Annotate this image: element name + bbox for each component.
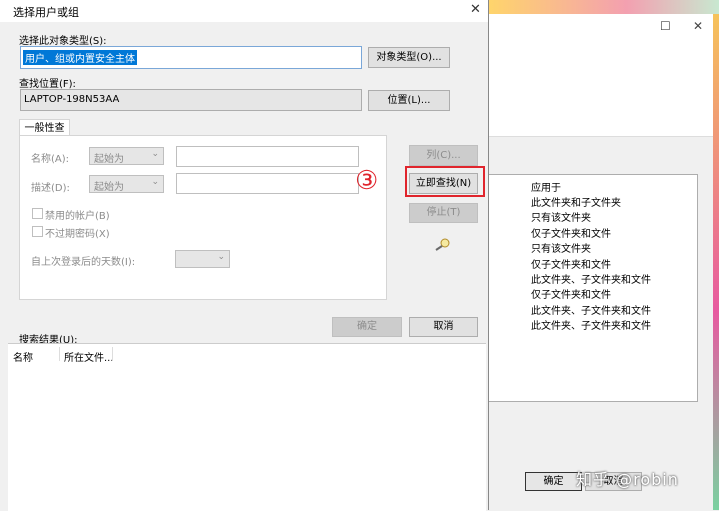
location-value: LAPTOP-198N53AA xyxy=(24,94,120,105)
name-match-value: 起始为 xyxy=(94,154,124,165)
location-field: LAPTOP-198N53AA xyxy=(20,89,362,111)
find-now-highlight xyxy=(405,166,485,197)
column-divider[interactable] xyxy=(59,347,60,361)
locations-button[interactable]: 位置(L)... xyxy=(368,90,450,111)
object-type-field: 用户、组或内置安全主体 xyxy=(20,46,362,69)
columns-button: 列(C)... xyxy=(409,145,478,166)
name-label: 名称(A): xyxy=(31,154,70,165)
non-expiring-password-label: 不过期密码(X) xyxy=(45,229,110,240)
stop-button: 停止(T) xyxy=(409,203,478,223)
list-item[interactable]: 仅子文件夹和文件 xyxy=(531,256,611,271)
step-marker: ③ xyxy=(355,166,379,196)
location-label: 查找位置(F): xyxy=(19,79,76,90)
description-label: 描述(D): xyxy=(31,183,70,194)
list-item[interactable]: 此文件夹、子文件夹和文件 xyxy=(531,302,651,317)
name-match-combo: 起始为 ⌄ xyxy=(89,147,164,165)
object-types-button[interactable]: 对象类型(O)... xyxy=(368,47,450,68)
days-since-login-combo: ⌄ xyxy=(175,250,230,268)
column-header-name[interactable]: 名称 xyxy=(13,349,33,364)
list-item[interactable]: 仅子文件夹和文件 xyxy=(531,225,611,240)
non-expiring-password-checkbox xyxy=(32,226,43,237)
background-window-panel xyxy=(489,40,713,137)
desktop-wallpaper-right xyxy=(712,14,719,510)
list-item[interactable]: 只有该文件夹 xyxy=(531,209,591,224)
object-type-value: 用户、组或内置安全主体 xyxy=(23,50,137,65)
chevron-down-icon: ⌄ xyxy=(151,177,159,187)
maximize-icon[interactable]: ☐ xyxy=(660,19,671,33)
desktop-wallpaper-top xyxy=(488,0,719,14)
watermark: 知乎 @robin xyxy=(576,470,679,489)
description-match-combo: 起始为 ⌄ xyxy=(89,175,164,193)
list-item[interactable]: 仅子文件夹和文件 xyxy=(531,286,611,301)
list-item[interactable]: 此文件夹、子文件夹和文件 xyxy=(531,317,651,332)
disabled-accounts-checkbox xyxy=(32,208,43,219)
list-item[interactable]: 此文件夹和子文件夹 xyxy=(531,194,621,209)
apply-to-list[interactable]: 应用于 此文件夹和子文件夹 只有该文件夹 仅子文件夹和文件 只有该文件夹 仅子文… xyxy=(489,174,698,402)
column-divider[interactable] xyxy=(112,347,113,361)
column-header-folder[interactable]: 所在文件... xyxy=(64,349,114,364)
description-match-value: 起始为 xyxy=(94,182,124,193)
dialog-title: 选择用户或组 xyxy=(13,6,79,19)
cancel-button[interactable]: 取消 xyxy=(409,317,478,337)
select-users-dialog: 选择用户或组 ✕ 选择此对象类型(S): 用户、组或内置安全主体 对象类型(O)… xyxy=(0,0,489,511)
list-item[interactable]: 只有该文件夹 xyxy=(531,240,591,255)
name-input xyxy=(176,146,359,167)
background-permissions-window: ☐ ✕ 应用于 此文件夹和子文件夹 只有该文件夹 仅子文件夹和文件 只有该文件夹… xyxy=(488,14,713,510)
chevron-down-icon: ⌄ xyxy=(217,252,225,262)
object-type-label: 选择此对象类型(S): xyxy=(19,36,107,47)
chevron-down-icon: ⌄ xyxy=(151,149,159,159)
common-queries-panel: 名称(A): 起始为 ⌄ 描述(D): 起始为 ⌄ 禁用的帐户(B) 不过期密码… xyxy=(19,135,387,300)
close-icon[interactable]: ✕ xyxy=(693,19,703,33)
search-results-list[interactable]: 名称 所在文件... xyxy=(8,343,486,511)
background-window-titlebar: ☐ ✕ xyxy=(489,14,713,40)
ok-button: 确定 xyxy=(332,317,402,337)
days-since-login-label: 自上次登录后的天数(I): xyxy=(31,257,136,268)
close-icon[interactable]: ✕ xyxy=(470,2,481,17)
list-item[interactable]: 应用于 xyxy=(531,179,561,194)
description-input xyxy=(176,173,359,194)
search-magnifier-icon xyxy=(435,238,450,251)
dialog-titlebar: 选择用户或组 ✕ xyxy=(0,0,488,22)
list-item[interactable]: 此文件夹、子文件夹和文件 xyxy=(531,271,651,286)
disabled-accounts-label: 禁用的帐户(B) xyxy=(45,211,110,222)
background-ok-button[interactable]: 确定 xyxy=(525,472,582,491)
